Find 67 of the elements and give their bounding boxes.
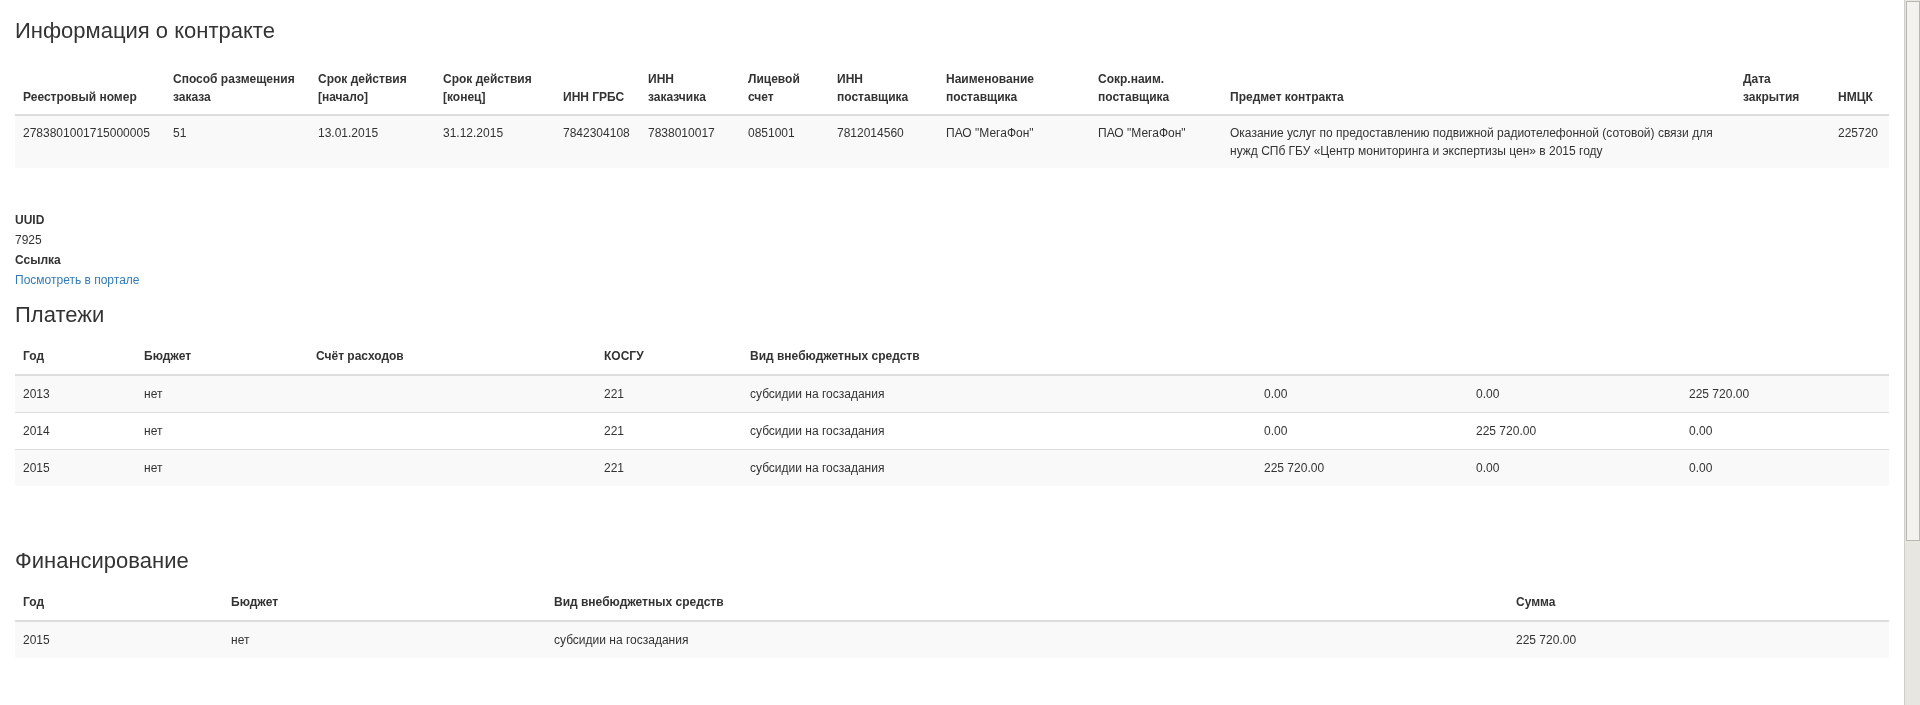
table-cell-text: 0.00 <box>1264 423 1288 440</box>
table-cell-text: 13.01.2015 <box>318 125 379 142</box>
column-header: Срок действия [конец] <box>443 71 533 106</box>
table-cell-text: 0.00 <box>1264 386 1288 403</box>
column-header: Бюджет <box>144 348 192 365</box>
column-header: Способ размещения заказа <box>173 71 296 106</box>
column-header: Дата закрытия <box>1743 71 1801 106</box>
field-value: 7925 <box>15 232 42 249</box>
column-header: Сумма <box>1516 594 1556 611</box>
column-header: Срок действия [начало] <box>318 71 408 106</box>
field-label: Ссылка <box>15 252 61 269</box>
table-cell-text: 225 720.00 <box>1476 423 1537 440</box>
table-cell-text: 7812014560 <box>837 125 904 142</box>
table-cell-text: 31.12.2015 <box>443 125 504 142</box>
column-header: Наименование поставщика <box>946 71 1036 106</box>
table-cell-text: субсидии на госзадания <box>750 386 885 403</box>
table-cell-text: 225 720.00 <box>1516 632 1577 649</box>
section-heading: Информация о контракте <box>15 18 275 44</box>
table-cell-text: 2014 <box>23 423 50 440</box>
column-header: Год <box>23 348 44 365</box>
table-cell-text: 0.00 <box>1689 460 1713 477</box>
table-cell-text: 2015 <box>23 460 50 477</box>
column-header: ИНН поставщика <box>837 71 910 106</box>
table-cell-text: Оказание услуг по предоставлению подвижной радиотелефонной (сотовой) связи для нужд СПб ГБУ «Центр мониторинга и экспертизы цен» в 2015 году <box>1230 125 1714 160</box>
section-heading: Платежи <box>15 302 105 328</box>
table-cell-text: 0.00 <box>1689 423 1713 440</box>
table-cell-text: 7842304108 <box>563 125 630 142</box>
column-header: ИНН ГРБС <box>563 89 625 106</box>
table-cell-text: 225720 <box>1838 125 1879 142</box>
column-header: Лицевой счет <box>748 71 801 106</box>
table-cell-text: ПАО "МегаФон" <box>1098 125 1186 142</box>
table-cell-text: 7838010017 <box>648 125 715 142</box>
scrollbar[interactable] <box>1904 0 1920 705</box>
table-cell-text: нет <box>144 423 163 440</box>
column-header: НМЦК <box>1838 89 1873 106</box>
table-cell-text: 2783801001715000005 <box>23 125 150 142</box>
column-header: Сокр.наим. поставщика <box>1098 71 1171 106</box>
column-header: Реестровый номер <box>23 89 137 106</box>
table-cell-text: нет <box>144 386 163 403</box>
table-cell-text: нет <box>231 632 250 649</box>
table-cell-text: субсидии на госзадания <box>554 632 689 649</box>
table-cell-text: 0851001 <box>748 125 795 142</box>
table-cell-text: 221 <box>604 386 625 403</box>
column-header: Год <box>23 594 44 611</box>
column-header: Бюджет <box>231 594 279 611</box>
table-cell-text: 51 <box>173 125 187 142</box>
portal-link[interactable]: Посмотреть в портале <box>15 270 140 290</box>
table-cell-text: субсидии на госзадания <box>750 423 885 440</box>
field-label: UUID <box>15 212 45 229</box>
table-cell-text: 0.00 <box>1476 386 1500 403</box>
column-header: Предмет контракта <box>1230 89 1344 106</box>
column-header: Вид внебюджетных средств <box>554 594 724 611</box>
table-cell-text: 2015 <box>23 632 50 649</box>
table-cell-text: 221 <box>604 423 625 440</box>
column-header: Счёт расходов <box>316 348 404 365</box>
table-cell-text: 221 <box>604 460 625 477</box>
section-heading: Финансирование <box>15 548 189 574</box>
column-header: КОСГУ <box>604 348 644 365</box>
table-cell-text: нет <box>144 460 163 477</box>
table-cell-text: 0.00 <box>1476 460 1500 477</box>
table-cell-text: 2013 <box>23 386 50 403</box>
table-cell-text: 225 720.00 <box>1264 460 1325 477</box>
table-cell-text: субсидии на госзадания <box>750 460 885 477</box>
column-header: Вид внебюджетных средств <box>750 348 920 365</box>
column-header: ИНН заказчика <box>648 71 707 106</box>
table-cell-text: ПАО "МегаФон" <box>946 125 1034 142</box>
table-cell-text: 225 720.00 <box>1689 386 1750 403</box>
